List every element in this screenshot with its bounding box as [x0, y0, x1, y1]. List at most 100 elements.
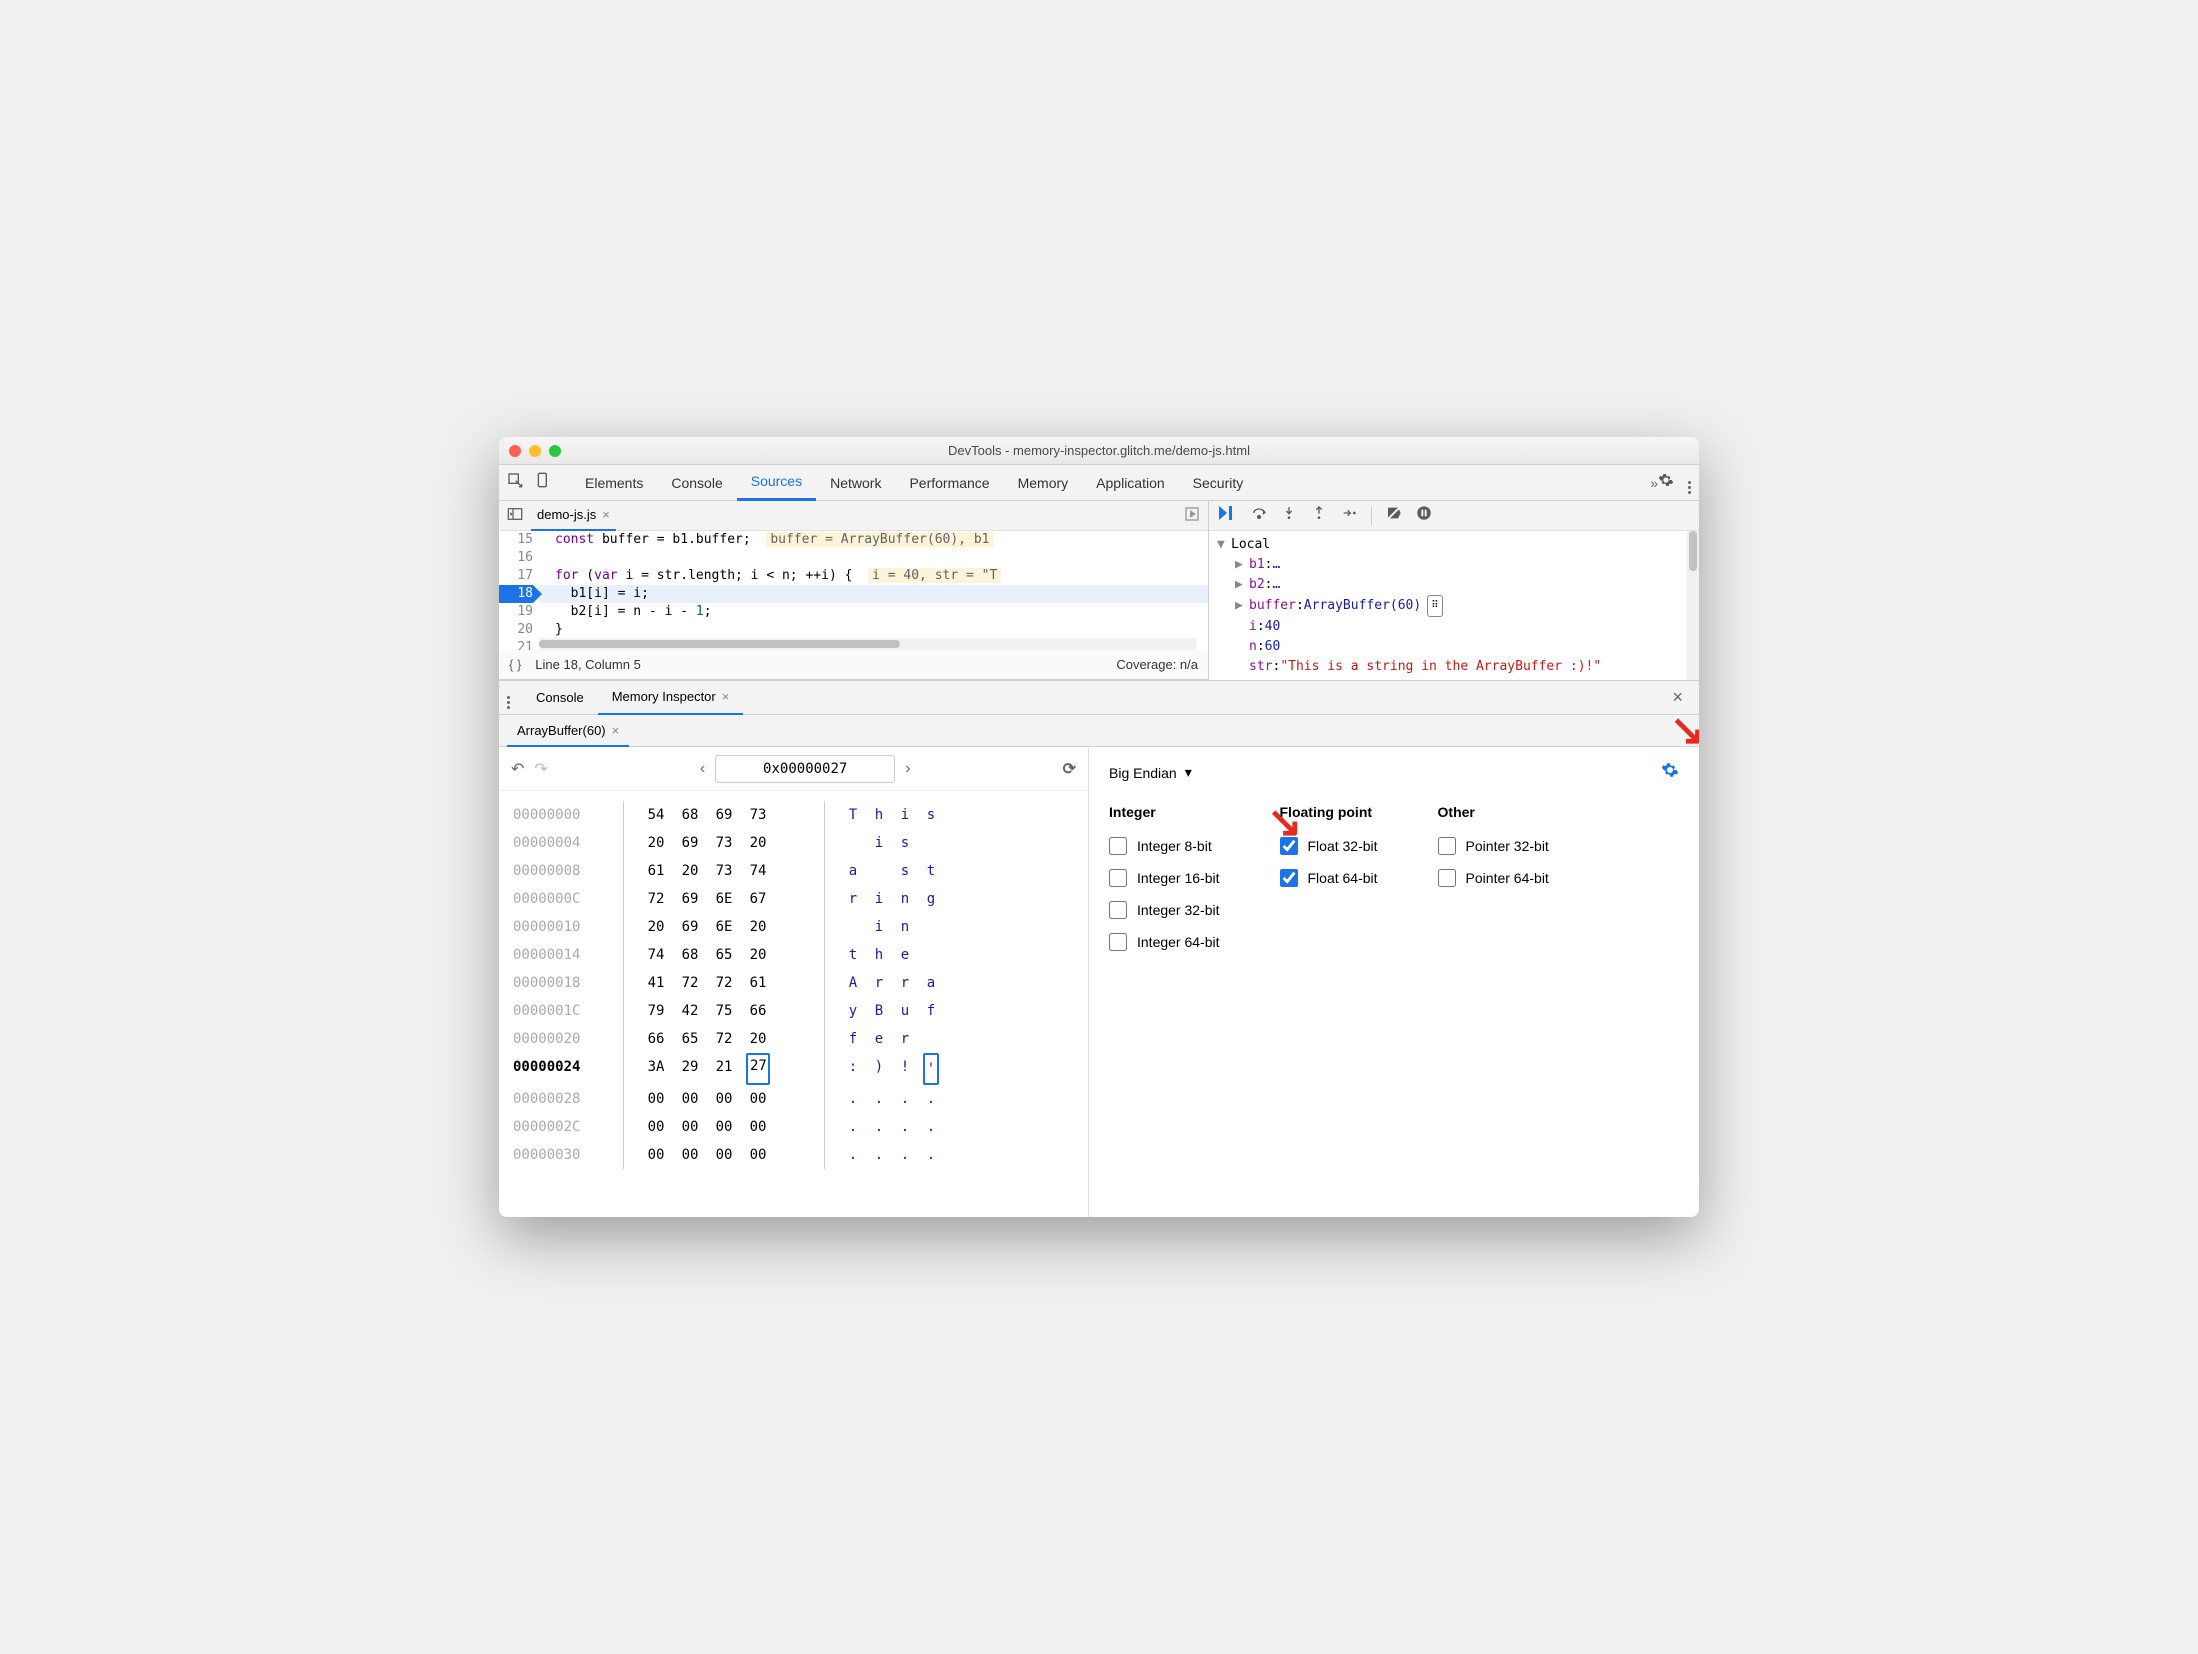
horizontal-scrollbar[interactable] [539, 638, 1196, 650]
hex-ascii-char[interactable]: r [897, 1025, 913, 1053]
hex-byte[interactable]: 68 [678, 801, 702, 829]
hex-byte[interactable]: 00 [678, 1085, 702, 1113]
hex-byte[interactable]: 42 [678, 997, 702, 1025]
hex-ascii-char[interactable]: . [845, 1113, 861, 1141]
scope-entry[interactable]: i: 40 [1235, 617, 1691, 637]
hex-ascii-char[interactable]: y [845, 997, 861, 1025]
hex-byte[interactable]: 00 [746, 1113, 770, 1141]
hex-byte[interactable]: 72 [644, 885, 668, 913]
hex-ascii-char[interactable]: . [845, 1141, 861, 1169]
panel-tab-security[interactable]: Security [1179, 465, 1258, 501]
hex-byte[interactable]: 27 [746, 1053, 770, 1085]
hex-ascii-char[interactable] [923, 913, 939, 941]
resume-icon[interactable] [1219, 506, 1237, 525]
file-tab[interactable]: demo-js.js × [531, 501, 616, 531]
drawer-menu-icon[interactable] [507, 687, 522, 709]
hex-byte[interactable]: 68 [678, 941, 702, 969]
close-memory-tab-icon[interactable]: × [612, 723, 620, 738]
hex-byte[interactable]: 79 [644, 997, 668, 1025]
hex-byte[interactable]: 00 [712, 1113, 736, 1141]
hex-byte[interactable]: 54 [644, 801, 668, 829]
undo-icon[interactable]: ↶ [511, 759, 524, 779]
hex-byte[interactable]: 69 [678, 885, 702, 913]
hex-ascii-char[interactable]: s [923, 801, 939, 829]
hex-byte[interactable]: 00 [746, 1141, 770, 1169]
hex-ascii-char[interactable]: h [871, 941, 887, 969]
hex-ascii-char[interactable]: r [897, 969, 913, 997]
hex-ascii-char[interactable]: . [923, 1085, 939, 1113]
hex-byte[interactable]: 00 [644, 1141, 668, 1169]
hex-ascii-char[interactable]: a [845, 857, 861, 885]
hex-ascii-char[interactable]: u [897, 997, 913, 1025]
hex-byte[interactable]: 00 [678, 1113, 702, 1141]
hex-byte[interactable]: 20 [678, 857, 702, 885]
close-tab-icon[interactable]: × [602, 507, 610, 522]
hex-byte[interactable]: 72 [678, 969, 702, 997]
refresh-icon[interactable]: ⟳ [1063, 759, 1076, 779]
hex-ascii-char[interactable]: A [845, 969, 861, 997]
endianness-selector[interactable]: Big Endian ▾ [1109, 764, 1192, 781]
type-option[interactable]: Integer 8-bit [1109, 830, 1220, 862]
hex-viewer[interactable]: 0000000054686973This0000000420697320 is … [499, 791, 1088, 1179]
scope-entry[interactable]: ▶buffer: ArrayBuffer(60)⠿ [1235, 595, 1691, 617]
hex-byte[interactable]: 72 [712, 969, 736, 997]
hex-byte[interactable]: 29 [678, 1053, 702, 1085]
hex-ascii-char[interactable] [923, 1025, 939, 1053]
hex-ascii-char[interactable]: . [897, 1085, 913, 1113]
hex-ascii-char[interactable]: e [871, 1025, 887, 1053]
hex-byte[interactable]: 72 [712, 1025, 736, 1053]
hex-ascii-char[interactable]: . [923, 1141, 939, 1169]
hex-ascii-char[interactable]: B [871, 997, 887, 1025]
hex-byte[interactable]: 00 [746, 1085, 770, 1113]
hex-ascii-char[interactable]: ' [923, 1053, 939, 1085]
hex-byte[interactable]: 67 [746, 885, 770, 913]
hex-byte[interactable]: 65 [678, 1025, 702, 1053]
hex-ascii-char[interactable]: . [871, 1113, 887, 1141]
hex-byte[interactable]: 00 [712, 1141, 736, 1169]
next-page-icon[interactable]: › [905, 760, 910, 778]
step-icon[interactable] [1341, 505, 1357, 526]
hex-ascii-char[interactable]: . [845, 1085, 861, 1113]
type-option[interactable]: Integer 64-bit [1109, 926, 1220, 958]
scope-entry[interactable]: ▶b1: … [1235, 555, 1691, 575]
hex-byte[interactable]: 41 [644, 969, 668, 997]
type-option[interactable]: Integer 32-bit [1109, 894, 1220, 926]
memory-tab[interactable]: ArrayBuffer(60) × [507, 715, 629, 747]
hex-ascii-char[interactable]: . [871, 1141, 887, 1169]
navigator-toggle-icon[interactable] [507, 506, 523, 525]
hex-byte[interactable]: 00 [712, 1085, 736, 1113]
hex-ascii-char[interactable] [923, 941, 939, 969]
hex-ascii-char[interactable]: T [845, 801, 861, 829]
device-toggle-icon[interactable] [535, 472, 551, 493]
hex-ascii-char[interactable]: s [897, 829, 913, 857]
hex-ascii-char[interactable]: g [923, 885, 939, 913]
settings-icon[interactable] [1658, 472, 1674, 493]
hex-ascii-char[interactable]: i [897, 801, 913, 829]
hex-byte[interactable]: 73 [712, 829, 736, 857]
type-checkbox[interactable] [1109, 869, 1127, 887]
hex-byte[interactable]: 69 [678, 829, 702, 857]
hex-ascii-char[interactable]: r [871, 969, 887, 997]
drawer-tab-console[interactable]: Console [522, 681, 598, 715]
reveal-memory-icon[interactable]: ⠿ [1427, 595, 1442, 617]
hex-byte[interactable]: 20 [746, 1025, 770, 1053]
hex-byte[interactable]: 69 [678, 913, 702, 941]
hex-byte[interactable]: 61 [644, 857, 668, 885]
hex-ascii-char[interactable] [871, 857, 887, 885]
hex-byte[interactable]: 3A [644, 1053, 668, 1085]
type-checkbox[interactable] [1438, 837, 1456, 855]
type-checkbox[interactable] [1109, 933, 1127, 951]
hex-ascii-char[interactable]: h [871, 801, 887, 829]
type-option[interactable]: Integer 16-bit [1109, 862, 1220, 894]
panel-tab-sources[interactable]: Sources [737, 465, 816, 501]
hex-ascii-char[interactable]: . [897, 1141, 913, 1169]
run-snippet-icon[interactable] [1184, 506, 1200, 525]
hex-ascii-char[interactable]: ! [897, 1053, 913, 1085]
hex-ascii-char[interactable]: r [845, 885, 861, 913]
panel-tab-console[interactable]: Console [657, 465, 736, 501]
type-checkbox[interactable] [1109, 837, 1127, 855]
hex-byte[interactable]: 00 [678, 1141, 702, 1169]
hex-byte[interactable]: 75 [712, 997, 736, 1025]
hex-byte[interactable]: 6E [712, 885, 736, 913]
redo-icon[interactable]: ↷ [534, 759, 547, 779]
